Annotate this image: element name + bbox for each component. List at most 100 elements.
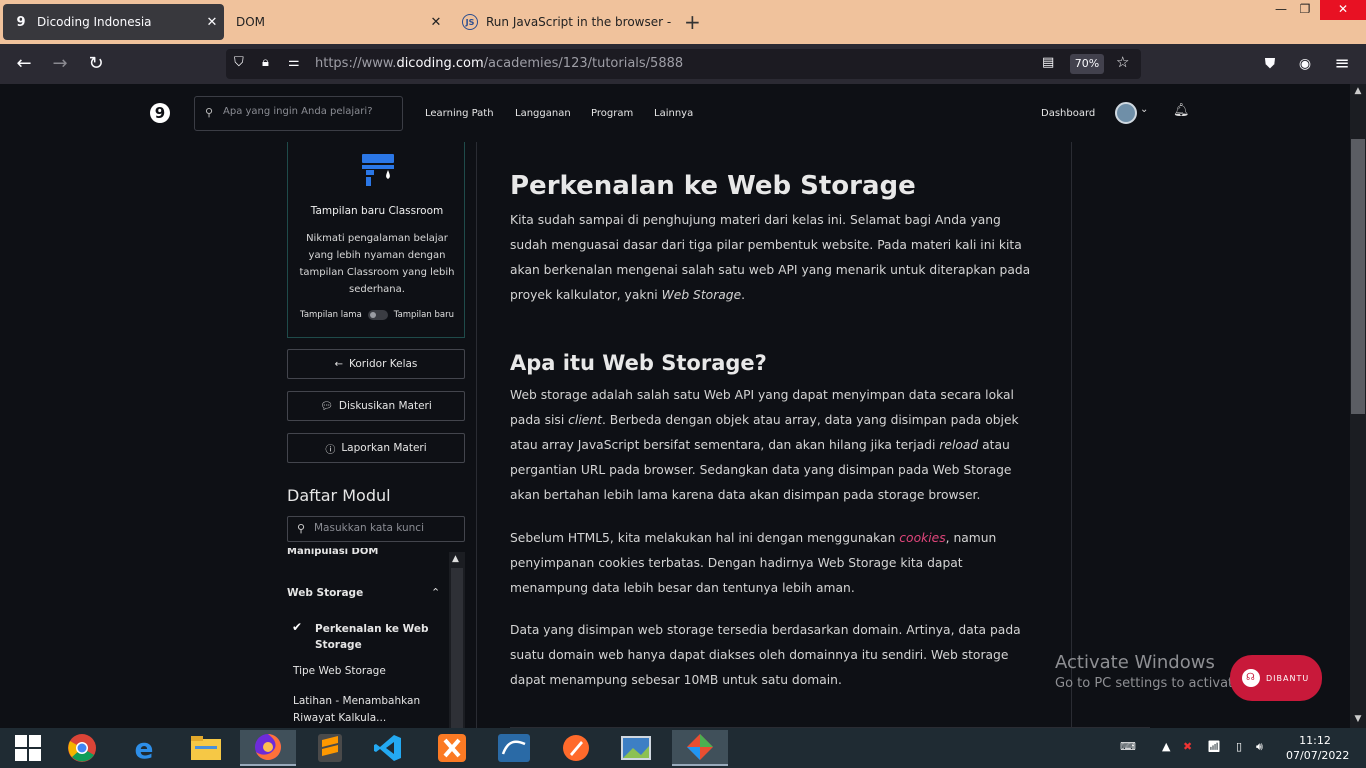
shield-icon[interactable]: ⛉ (234, 55, 244, 70)
permissions-icon[interactable]: ⚌ (288, 55, 300, 70)
module-list: Manipulasi DOM Web Storage ⌃ ✔ Perkenala… (287, 548, 465, 728)
module-search-input[interactable] (314, 522, 460, 534)
vscode-icon[interactable] (360, 730, 416, 766)
arrow-left-icon: ← (334, 358, 343, 370)
section-heading: Apa itu Web Storage? (510, 351, 767, 375)
new-tab-icon[interactable]: + (684, 10, 701, 34)
back-icon[interactable]: ← (11, 52, 37, 76)
tab-title: Dicoding Indonesia (37, 15, 152, 29)
tab-title: Run JavaScript in the browser - (486, 15, 672, 29)
browser-tab-bar: 9 Dicoding Indonesia ✕ DOM ✕ JS Run Java… (0, 0, 1366, 44)
browser-nav-bar: ← → ↻ ⛉ 🔒︎ ⚌ https://www.dicoding.com/ac… (0, 44, 1366, 84)
clock-date: 07/07/2022 (1286, 749, 1350, 762)
card-description: Nikmati pengalaman belajar yang lebih ny… (299, 233, 455, 295)
scrollbar-thumb[interactable] (1351, 139, 1365, 414)
signal-icon[interactable]: 📶︎ (1207, 740, 1221, 753)
brush-app-icon[interactable] (548, 730, 604, 766)
zoom-level[interactable]: 70% (1070, 54, 1104, 74)
lock-icon[interactable]: 🔒︎ (262, 55, 269, 70)
dashboard-link[interactable]: Dashboard (1041, 108, 1095, 119)
reload-icon[interactable]: ↻ (83, 52, 109, 76)
headset-icon: ☊ (1242, 669, 1260, 687)
module-item-manipulasi-dom[interactable]: Manipulasi DOM (287, 548, 378, 557)
scroll-down-icon[interactable]: ▼ (1350, 714, 1366, 724)
account-icon[interactable]: ◉ (1292, 52, 1318, 76)
content-divider (476, 142, 477, 728)
diskusikan-materi-button[interactable]: 💬︎ Diskusikan Materi (287, 391, 465, 421)
bell-icon[interactable]: 🔔︎ (1173, 103, 1190, 118)
site-search[interactable]: ⚲ (194, 96, 403, 131)
forward-icon[interactable]: → (47, 52, 73, 76)
tab-dicoding[interactable]: 9 Dicoding Indonesia ✕ (3, 4, 224, 40)
url-bar[interactable]: ⛉ 🔒︎ ⚌ https://www.dicoding.com/academie… (226, 49, 1141, 79)
view-toggle: Tampilan lama Tampilan baru (288, 310, 466, 320)
menu-icon[interactable]: ≡ (1329, 52, 1355, 76)
pocket-icon[interactable]: ⛊ (1257, 52, 1283, 76)
close-tab-icon[interactable]: ✕ (200, 15, 224, 30)
paragraph-1: Web storage adalah salah satu Web API ya… (510, 388, 1019, 502)
module-item-perkenalan[interactable]: Perkenalan ke Web Storage (315, 621, 435, 653)
paint-roller-icon (362, 154, 394, 186)
window-close-icon[interactable]: ✕ (1320, 0, 1366, 20)
xampp-icon[interactable] (424, 730, 480, 766)
js-favicon-icon: JS (462, 14, 478, 30)
file-explorer-icon[interactable] (178, 730, 234, 766)
module-item-latihan[interactable]: Latihan - Menambahkan Riwayat Kalkula... (293, 693, 433, 727)
url-text[interactable]: https://www.dicoding.com/academies/123/t… (315, 56, 683, 71)
nav-lainnya[interactable]: Lainnya (654, 108, 693, 119)
module-list-scrollbar[interactable]: ▲ (449, 552, 465, 728)
info-icon: ⓘ (325, 444, 336, 456)
bookmark-star-icon[interactable]: ☆ (1116, 53, 1129, 71)
tab-dom[interactable]: DOM ✕ (226, 4, 448, 40)
clock-time: 11:12 (1299, 734, 1331, 747)
keyboard-icon[interactable]: ⌨ (1120, 740, 1136, 753)
toggle-label-old: Tampilan lama (300, 310, 362, 320)
volume-icon[interactable]: 🔊︎ (1256, 740, 1263, 754)
sublime-text-icon[interactable] (302, 730, 358, 766)
firefox-icon[interactable] (240, 730, 296, 766)
chat-bubble-icon: 💬︎ (320, 400, 333, 412)
close-tab-icon[interactable]: ✕ (424, 15, 448, 30)
nav-langganan[interactable]: Langganan (515, 108, 571, 119)
restore-icon[interactable]: ❐ (1290, 0, 1320, 20)
help-button[interactable]: ☊ DIBANTU (1230, 655, 1322, 701)
page-title: Perkenalan ke Web Storage (510, 171, 916, 201)
windows-start-icon[interactable] (0, 730, 56, 766)
page-scrollbar[interactable]: ▲ ▼ (1350, 84, 1366, 728)
network-disconnected-icon[interactable]: ✖ (1183, 740, 1192, 753)
help-label: DIBANTU (1266, 673, 1310, 683)
button-label: Diskusikan Materi (338, 400, 432, 412)
koridor-kelas-button[interactable]: ← Koridor Kelas (287, 349, 465, 379)
battery-icon[interactable]: ▯ (1236, 740, 1242, 753)
module-search[interactable]: ⚲ (287, 516, 465, 542)
chrome-icon[interactable] (54, 730, 110, 766)
laporkan-materi-button[interactable]: ⓘ Laporkan Materi (287, 433, 465, 463)
nav-learning-path[interactable]: Learning Path (425, 108, 494, 119)
scrollbar-thumb[interactable] (451, 568, 463, 728)
intro-paragraph: Kita sudah sampai di penghujung materi d… (510, 213, 1031, 302)
site-search-input[interactable] (223, 106, 393, 117)
mysql-workbench-icon[interactable] (486, 730, 542, 766)
module-item-tipe[interactable]: Tipe Web Storage (293, 665, 386, 677)
paragraph-2: Sebelum HTML5, kita melakukan hal ini de… (510, 531, 997, 595)
toggle-label-new: Tampilan baru (393, 310, 454, 320)
tab-run-javascript[interactable]: JS Run JavaScript in the browser - (452, 4, 674, 40)
chevron-up-icon[interactable]: ⌃ (431, 586, 440, 599)
module-section-web-storage[interactable]: Web Storage (287, 587, 363, 599)
internet-explorer-icon[interactable]: e (116, 730, 172, 766)
tab-title: DOM (236, 15, 266, 29)
git-app-icon[interactable] (672, 730, 728, 766)
avatar[interactable] (1115, 102, 1137, 124)
nav-program[interactable]: Program (591, 108, 633, 119)
classroom-promo-card: Tampilan baru Classroom Nikmati pengalam… (287, 142, 465, 338)
chevron-down-icon[interactable]: ⌄ (1140, 104, 1148, 115)
system-clock[interactable]: 11:12 07/07/2022 (1286, 733, 1350, 763)
scroll-up-icon[interactable]: ▲ (452, 554, 459, 564)
view-toggle-switch[interactable] (367, 310, 388, 320)
dicoding-logo[interactable]: 9 (150, 103, 170, 123)
reader-view-icon[interactable]: ▤ (1042, 55, 1054, 70)
show-hidden-icons[interactable]: ▲ (1162, 740, 1170, 753)
scroll-up-icon[interactable]: ▲ (1350, 86, 1366, 96)
photos-icon[interactable] (608, 730, 664, 766)
cookies-link[interactable]: cookies (899, 531, 945, 545)
